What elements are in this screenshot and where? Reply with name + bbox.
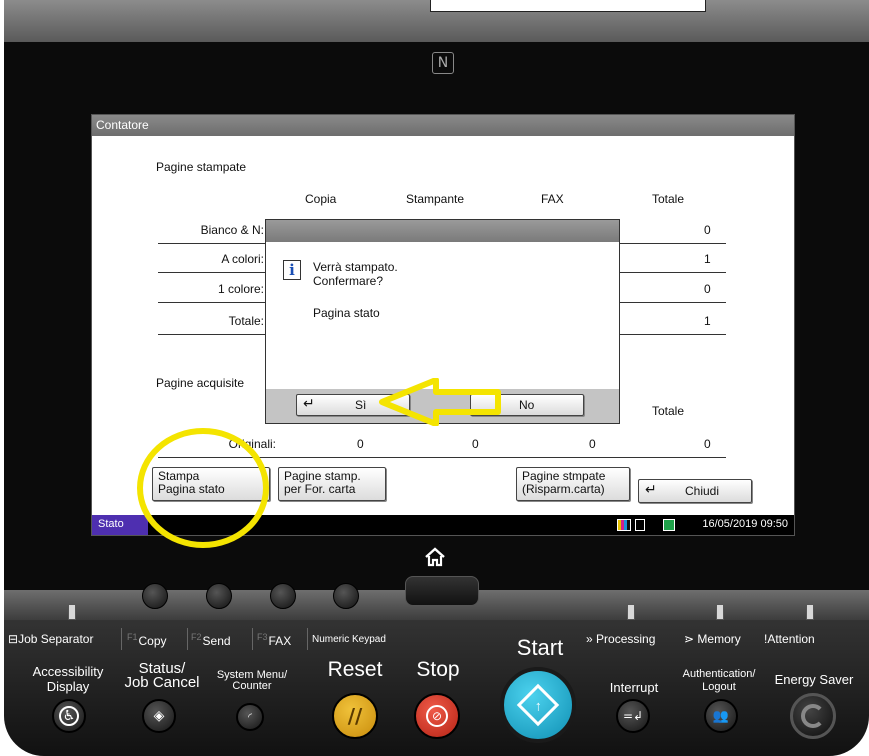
row-label-single-color: 1 colore:	[217, 282, 264, 296]
stop-label: Stop	[416, 658, 460, 681]
toner-frame-icon	[635, 519, 645, 531]
authentication-logout-button[interactable]: 👥	[704, 699, 738, 733]
authentication-logout-label: Authentication/ Logout	[682, 668, 756, 693]
pages-by-paper-size-button[interactable]: Pagine stamp. per For. carta	[278, 467, 386, 501]
row-label-bw: Bianco & N:	[200, 223, 264, 237]
start-label: Start	[516, 635, 564, 660]
divider	[307, 628, 308, 650]
system-menu-label: System Menu/ Counter	[216, 669, 288, 692]
status-job-cancel-button[interactable]: ◈	[142, 699, 176, 733]
reset-button[interactable]: //	[332, 693, 378, 739]
system-menu-button[interactable]: ◜	[236, 703, 264, 731]
annotation-arrow-icon	[379, 378, 501, 426]
row-label-total: Totale:	[228, 314, 264, 328]
stop-button[interactable]: ⊘	[414, 693, 460, 739]
divider	[121, 628, 122, 650]
enter-icon: ↵	[303, 395, 315, 411]
users-icon: 👥	[712, 708, 730, 724]
energy-saver-button[interactable]	[790, 693, 836, 739]
start-button[interactable]: ↑	[500, 667, 576, 743]
fax-key[interactable]: F3FAX	[257, 632, 291, 648]
row-total-bw: 0	[704, 223, 711, 237]
close-button-label: Chiudi	[685, 484, 720, 498]
status-tab[interactable]: Stato	[92, 515, 148, 535]
col-header-total: Totale	[652, 192, 685, 206]
row-total-single-color: 0	[704, 282, 711, 296]
dialog-detail: Pagina stato	[313, 306, 380, 320]
energy-saver-icon	[801, 704, 825, 728]
processing-icon: »	[586, 632, 593, 646]
row-total-total: 1	[704, 314, 711, 328]
memory-indicator: ⋗ Memory	[684, 632, 741, 646]
scanned-pages-heading: Pagine acquisite	[156, 376, 245, 390]
close-button[interactable]: ↵ Chiudi	[638, 479, 752, 503]
col-header-copy: Copia	[305, 192, 337, 206]
interrupt-label: Interrupt	[609, 680, 659, 695]
soft-key-3[interactable]	[270, 583, 296, 609]
soft-key-4[interactable]	[333, 583, 359, 609]
paper-label-slot	[430, 0, 706, 12]
indicator-light	[716, 604, 724, 620]
no-button-label: No	[519, 398, 535, 412]
status-diamond-icon: ◈	[153, 708, 165, 724]
accessibility-display-button[interactable]: ♿	[52, 699, 86, 733]
col-header-fax: FAX	[541, 192, 564, 206]
dialog-message-line2: Confermare?	[313, 274, 384, 288]
accessibility-display-label: Accessibility Display	[32, 664, 104, 694]
home-button[interactable]	[405, 576, 479, 606]
send-key[interactable]: F2Send	[191, 632, 231, 648]
col-header-printer: Stampante	[406, 192, 465, 206]
stop-icon: ⊘	[426, 705, 448, 727]
processing-indicator: » Processing	[586, 632, 656, 646]
reset-label: Reset	[327, 658, 383, 681]
energy-saver-label: Energy Saver	[774, 672, 854, 687]
reset-icon: //	[347, 704, 363, 728]
divider	[187, 628, 188, 650]
copy-key[interactable]: F1Copy	[127, 632, 167, 648]
indicator-light	[806, 604, 814, 620]
indicator-light	[68, 604, 76, 620]
originals-fax: 0	[589, 437, 596, 451]
nfc-icon: N	[432, 52, 454, 74]
home-icon[interactable]	[424, 546, 446, 568]
row-total-color: 1	[704, 252, 711, 266]
originals-copy: 0	[357, 437, 364, 451]
screen-title: Contatore	[92, 115, 794, 136]
numeric-keypad-key[interactable]: Numeric Keypad	[312, 634, 386, 645]
enter-icon: ↵	[645, 481, 657, 497]
divider	[252, 628, 253, 650]
row-label-color: A colori:	[221, 252, 264, 266]
accessibility-icon: ♿	[59, 706, 79, 726]
interrupt-icon: =↲	[622, 709, 644, 723]
memory-icon: ⋗	[684, 632, 695, 646]
pages-paper-saving-button[interactable]: Pagine stmpate (Risparm.carta)	[516, 467, 630, 501]
annotation-circle	[137, 428, 269, 548]
indicator-light	[627, 604, 635, 620]
yes-button-label: Sì	[355, 398, 367, 412]
status-job-cancel-label: Status/ Job Cancel	[124, 660, 200, 691]
attention-indicator: !Attention	[764, 632, 815, 646]
job-separator-icon: ⊟	[8, 632, 19, 646]
date-time: 16/05/2019 09:50	[702, 518, 788, 530]
printed-pages-heading: Pagine stampate	[156, 160, 247, 174]
dialog-message-line1: Verrà stampato.	[313, 260, 398, 274]
info-icon: i	[283, 260, 301, 280]
job-separator-label: ⊟Job Separator	[8, 632, 94, 646]
toner-level-icon	[617, 519, 631, 531]
system-menu-icon: ◜	[248, 711, 252, 723]
calendar-icon	[663, 519, 675, 531]
scanned-col-header-total: Totale	[652, 404, 685, 418]
soft-key-1[interactable]	[142, 583, 168, 609]
originals-printer: 0	[472, 437, 479, 451]
dialog-header	[266, 220, 619, 242]
soft-key-2[interactable]	[206, 583, 232, 609]
interrupt-button[interactable]: =↲	[616, 699, 650, 733]
start-icon: ↑	[516, 683, 560, 727]
originals-total: 0	[704, 437, 711, 451]
